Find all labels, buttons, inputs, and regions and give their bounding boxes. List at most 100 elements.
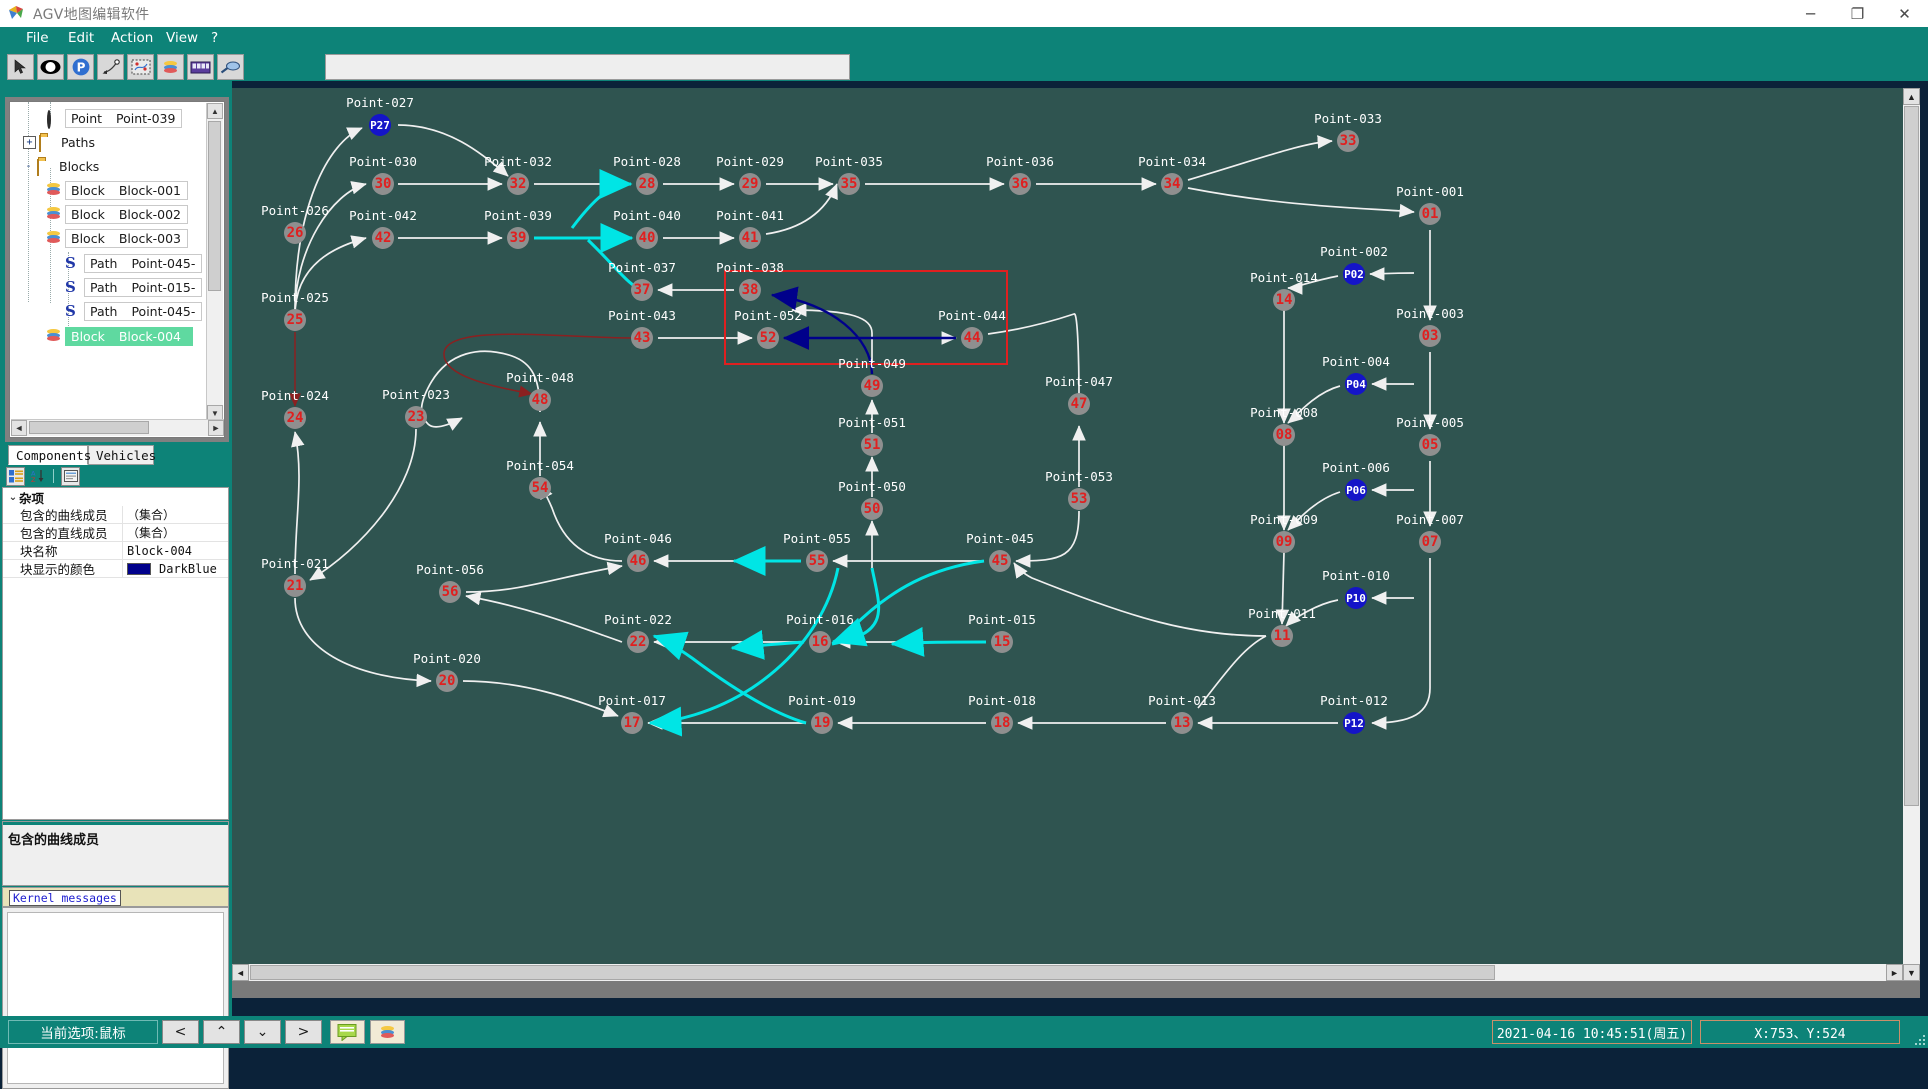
canvas-scrollbar-thumb-v[interactable]: [1904, 106, 1919, 806]
property-grid[interactable]: ⌄ 杂项 包含的曲线成员 （集合） 包含的直线成员 （集合） 块名称 Block…: [2, 487, 229, 820]
nav-up-button[interactable]: ⌃: [203, 1020, 240, 1044]
parking-point-tool-button[interactable]: P: [67, 54, 94, 80]
categorized-view-button[interactable]: [6, 466, 25, 486]
nav-down-button[interactable]: ⌄: [244, 1020, 281, 1044]
point-node-badge[interactable]: 05: [1419, 434, 1441, 456]
minimize-button[interactable]: ─: [1787, 0, 1834, 27]
kernel-messages-log[interactable]: [7, 912, 224, 1084]
point-node-badge[interactable]: 07: [1419, 531, 1441, 553]
zoom-tool-button[interactable]: [217, 54, 244, 80]
canvas-scroll-up-icon[interactable]: ▲: [1903, 88, 1920, 105]
point-node-badge[interactable]: 42: [372, 227, 394, 249]
canvas-scroll-down-icon[interactable]: ▼: [1903, 964, 1920, 981]
tree-item-block-001[interactable]: Block Block-001: [46, 178, 188, 202]
tree-item-point-039[interactable]: Point Point-039: [46, 106, 183, 130]
point-node-badge[interactable]: 09: [1273, 531, 1295, 553]
canvas-vertical-scrollbar[interactable]: ▲ ▼: [1903, 88, 1920, 981]
nav-prev-button[interactable]: <: [162, 1020, 199, 1044]
component-tree[interactable]: Point Point-039 + Paths - Blocks Block B…: [9, 101, 225, 438]
point-node-badge[interactable]: 46: [627, 550, 649, 572]
parking-node-badge[interactable]: P10: [1345, 587, 1367, 609]
point-node-badge[interactable]: 40: [636, 227, 658, 249]
expand-plus-icon[interactable]: +: [23, 135, 36, 149]
close-button[interactable]: ✕: [1881, 0, 1928, 27]
block-tool-button[interactable]: [157, 54, 184, 80]
point-node-badge[interactable]: 52: [757, 327, 779, 349]
tab-components[interactable]: Components: [8, 445, 91, 465]
point-node-badge[interactable]: 41: [739, 227, 761, 249]
point-node-badge[interactable]: 29: [739, 173, 761, 195]
menu-view[interactable]: View: [160, 29, 204, 49]
property-row[interactable]: 块名称 Block-004: [3, 542, 228, 560]
tab-kernel-messages[interactable]: Kernel messages: [9, 890, 121, 906]
map-canvas[interactable]: Point-027 P27 Point-030 30 Point-032 32 Point-…: [232, 88, 1903, 981]
point-node-badge[interactable]: 23: [405, 406, 427, 428]
point-node-badge[interactable]: 26: [284, 222, 306, 244]
parking-node-badge[interactable]: P12: [1343, 712, 1365, 734]
point-node-badge[interactable]: 45: [989, 550, 1011, 572]
point-node-badge[interactable]: 16: [809, 631, 831, 653]
property-row[interactable]: 块显示的颜色 DarkBlue: [3, 560, 228, 578]
parking-node-badge[interactable]: P02: [1343, 263, 1365, 285]
point-node-badge[interactable]: 13: [1171, 712, 1193, 734]
tree-item-path-2[interactable]: S Path Point-015-: [65, 275, 203, 299]
parking-node-badge[interactable]: P04: [1345, 373, 1367, 395]
point-node-badge[interactable]: 14: [1273, 289, 1295, 311]
alphabetical-sort-button[interactable]: A Z: [29, 467, 46, 485]
point-node-badge[interactable]: 44: [961, 327, 983, 349]
maximize-button[interactable]: ❐: [1834, 0, 1881, 27]
point-node-badge[interactable]: 50: [861, 498, 883, 520]
canvas-horizontal-scrollbar[interactable]: ◄ ►: [232, 964, 1903, 981]
point-node-badge[interactable]: 21: [284, 575, 306, 597]
point-node-badge[interactable]: 49: [861, 375, 883, 397]
point-node-badge[interactable]: 15: [991, 631, 1013, 653]
scroll-up-icon[interactable]: ▲: [207, 103, 223, 119]
point-node-badge[interactable]: 51: [861, 434, 883, 456]
select-pointer-tool-button[interactable]: [7, 54, 34, 80]
point-node-badge[interactable]: 56: [439, 581, 461, 603]
canvas-scroll-left-icon[interactable]: ◄: [232, 964, 249, 981]
point-node-badge[interactable]: 22: [627, 631, 649, 653]
point-node-badge[interactable]: 36: [1009, 173, 1031, 195]
scrollbar-thumb[interactable]: [29, 421, 149, 434]
point-node-badge[interactable]: 08: [1273, 424, 1295, 446]
tree-item-block-003[interactable]: Block Block-003: [46, 226, 188, 250]
vehicle-tool-button[interactable]: [187, 54, 214, 80]
property-value[interactable]: DarkBlue: [123, 560, 228, 578]
chevron-down-icon[interactable]: ⌄: [7, 492, 19, 503]
point-node-badge[interactable]: 19: [811, 712, 833, 734]
menu-edit[interactable]: Edit: [62, 29, 100, 49]
tree-item-block-004[interactable]: Block Block-004: [46, 324, 193, 348]
scroll-left-icon[interactable]: ◄: [11, 420, 27, 436]
scroll-right-icon[interactable]: ►: [208, 420, 224, 436]
point-node-badge[interactable]: 11: [1271, 625, 1293, 647]
point-node-badge[interactable]: 25: [284, 309, 306, 331]
point-node-badge[interactable]: 47: [1068, 393, 1090, 415]
parking-node-badge[interactable]: P27: [369, 114, 391, 136]
property-row[interactable]: 包含的曲线成员 （集合）: [3, 506, 228, 524]
point-node-badge[interactable]: 20: [436, 670, 458, 692]
point-node-badge[interactable]: 34: [1161, 173, 1183, 195]
property-value[interactable]: （集合）: [123, 524, 228, 542]
point-node-badge[interactable]: 33: [1337, 130, 1359, 152]
tree-horizontal-scrollbar[interactable]: ◄ ►: [11, 419, 224, 436]
color-swatch[interactable]: [127, 562, 151, 575]
menu-help[interactable]: ?: [205, 29, 224, 49]
point-node-badge[interactable]: 43: [631, 327, 653, 349]
property-pages-button[interactable]: [61, 466, 80, 486]
point-node-badge[interactable]: 28: [636, 173, 658, 195]
point-tool-button[interactable]: [37, 54, 64, 80]
property-value[interactable]: （集合）: [123, 506, 228, 524]
menu-action[interactable]: Action: [105, 29, 159, 49]
parking-node-badge[interactable]: P06: [1345, 479, 1367, 501]
point-node-badge[interactable]: 53: [1068, 488, 1090, 510]
point-node-badge[interactable]: 55: [806, 550, 828, 572]
path-tool-button[interactable]: [97, 54, 124, 80]
canvas-scroll-right-icon[interactable]: ►: [1886, 964, 1903, 981]
point-node-badge[interactable]: 37: [631, 279, 653, 301]
tree-item-paths[interactable]: + Paths: [23, 130, 95, 154]
tree-item-path-3[interactable]: S Path Point-045-: [65, 299, 203, 323]
point-node-badge[interactable]: 24: [284, 407, 306, 429]
tab-vehicles[interactable]: Vehicles: [88, 445, 156, 465]
point-node-badge[interactable]: 32: [507, 173, 529, 195]
